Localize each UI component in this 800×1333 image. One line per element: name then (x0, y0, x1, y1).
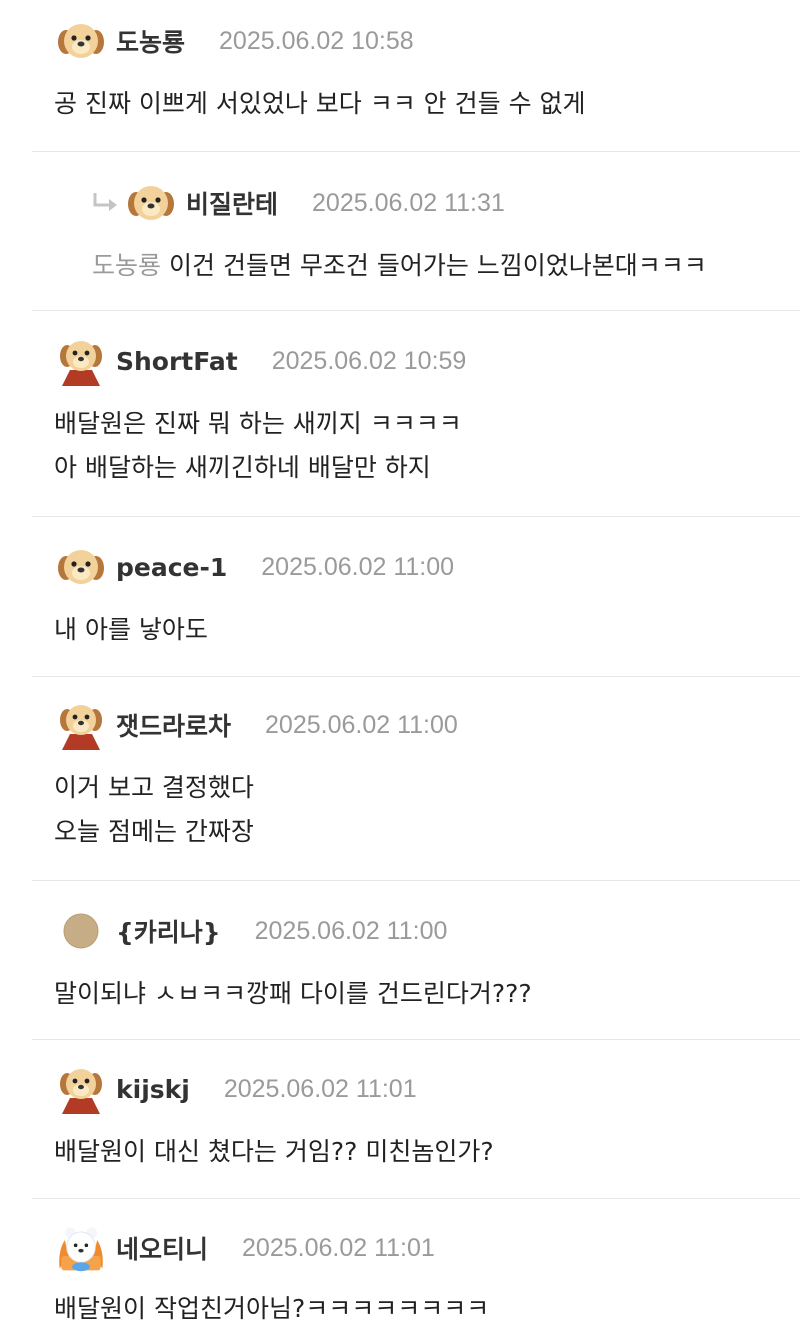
comment-author[interactable]: {카리나} (116, 913, 221, 949)
puppy-face-icon[interactable] (56, 18, 106, 64)
comment-line: 말이되냐 ㅅㅂㅋㅋ깡패 다이를 건드린다거??? (54, 979, 532, 1008)
comment-line: 공 진짜 이쁘게 서있었나 보다 ㅋㅋ 안 건들 수 없게 (54, 89, 586, 118)
comment-line: 오늘 점메는 간짜장 (54, 817, 254, 846)
puppy-face-icon[interactable] (56, 544, 106, 590)
divider (32, 880, 800, 881)
comment-timestamp: 2025.06.02 11:00 (261, 552, 455, 581)
comment-line: 배달원이 대신 쳤다는 거임?? 미친놈인가? (54, 1137, 494, 1166)
comment-timestamp: 2025.06.02 11:00 (254, 916, 448, 945)
comment-text: 배달원이 대신 쳤다는 거임?? 미친놈인가? (54, 1132, 494, 1172)
divider (32, 1039, 800, 1040)
mention-link[interactable]: 도농룡 (92, 251, 161, 280)
puppy-cape-icon[interactable] (56, 702, 106, 750)
bear-fire-icon[interactable] (56, 1225, 106, 1272)
divider (32, 151, 800, 152)
comment-timestamp: 2025.06.02 10:58 (219, 26, 414, 55)
comment-author[interactable]: 잿드라로차 (116, 707, 231, 743)
reply-arrow-icon (88, 180, 124, 226)
divider (32, 1198, 800, 1199)
comment-line: 배달원은 진짜 뭐 하는 새끼지 ㅋㅋㅋㅋ (54, 409, 462, 438)
comment-header: peace-1 2025.06.02 11:00 (56, 544, 454, 590)
comment-text: 이거 보고 결정했다 오늘 점메는 간짜장 (54, 768, 254, 852)
comment-header: 잿드라로차 2025.06.02 11:00 (56, 702, 458, 750)
comment-timestamp: 2025.06.02 11:01 (223, 1074, 417, 1103)
beige-circle-icon[interactable] (56, 908, 106, 954)
comment-header: 비질란테 2025.06.02 11:31 (88, 180, 505, 226)
comment-author[interactable]: ShortFat (116, 347, 238, 376)
comment-text: 도농룡 이건 건들면 무조건 들어가는 느낌이었나본대ㅋㅋㅋ (92, 246, 707, 286)
comment-line: 아 배달하는 새끼긴하네 배달만 하지 (54, 453, 431, 482)
comment-line: 도농룡 이건 건들면 무조건 들어가는 느낌이었나본대ㅋㅋㅋ (92, 246, 707, 286)
comment-header: kijskj 2025.06.02 11:01 (56, 1066, 417, 1114)
comment-timestamp: 2025.06.02 11:00 (265, 710, 458, 739)
comment-author[interactable]: 비질란테 (186, 185, 278, 221)
divider (32, 676, 800, 677)
comment-text: 내 아를 낳아도 (54, 610, 208, 650)
comment-text: 배달원이 작업친거아님?ㅋㅋㅋㅋㅋㅋㅋㅋ (54, 1289, 489, 1329)
comment-author[interactable]: kijskj (116, 1075, 190, 1104)
comment-timestamp: 2025.06.02 11:01 (242, 1233, 435, 1262)
comment-author[interactable]: 네오티니 (116, 1230, 208, 1266)
comment-header: 네오티니 2025.06.02 11:01 (56, 1225, 435, 1272)
comment-header: {카리나} 2025.06.02 11:00 (56, 908, 447, 954)
comment-line: 배달원이 작업친거아님?ㅋㅋㅋㅋㅋㅋㅋㅋ (54, 1294, 490, 1323)
puppy-cape-icon[interactable] (56, 1066, 106, 1114)
comment-header: 도농룡 2025.06.02 10:58 (56, 18, 414, 64)
comment-line: 내 아를 낳아도 (54, 615, 208, 644)
comment-text: 배달원은 진짜 뭐 하는 새끼지 ㅋㅋㅋㅋ 아 배달하는 새끼긴하네 배달만 하… (54, 404, 462, 488)
comment-header: ShortFat 2025.06.02 10:59 (56, 338, 467, 386)
comment-text: 말이되냐 ㅅㅂㅋㅋ깡패 다이를 건드린다거??? (54, 974, 532, 1014)
comment-author[interactable]: peace-1 (116, 553, 227, 582)
comment-timestamp: 2025.06.02 10:59 (271, 346, 467, 375)
comment-line-text: 이건 건들면 무조건 들어가는 느낌이었나본대ㅋㅋㅋ (169, 251, 707, 280)
comment-text: 공 진짜 이쁘게 서있었나 보다 ㅋㅋ 안 건들 수 없게 (54, 84, 586, 124)
comment-line: 이거 보고 결정했다 (54, 773, 254, 802)
comment-timestamp: 2025.06.02 11:31 (312, 188, 505, 217)
puppy-cape-icon[interactable] (56, 338, 106, 386)
divider (32, 516, 800, 517)
divider (32, 310, 800, 311)
puppy-face-icon[interactable] (126, 180, 176, 226)
comment-author[interactable]: 도농룡 (116, 23, 185, 59)
